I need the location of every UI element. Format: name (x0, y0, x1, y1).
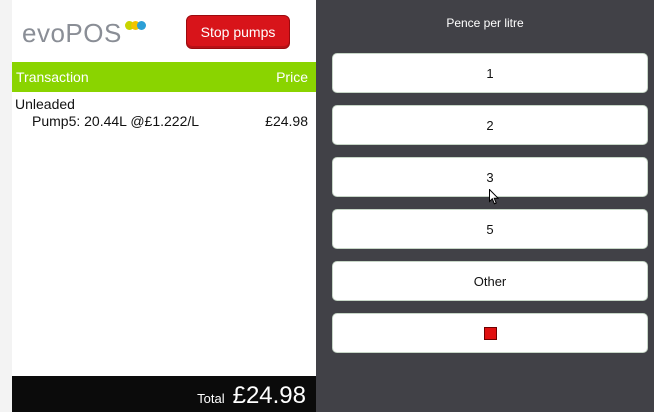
ppl-button-2[interactable]: 2 (332, 105, 648, 145)
stop-pumps-button[interactable]: Stop pumps (186, 15, 290, 49)
pos-app: evoPOS Stop pumps Transaction Price Unle… (0, 0, 654, 412)
logo-text: evoPOS (22, 18, 122, 48)
ppl-button-5[interactable]: 5 (332, 209, 648, 249)
total-value: £24.98 (232, 382, 306, 409)
stop-button[interactable] (332, 313, 648, 353)
column-transaction: Transaction (16, 69, 89, 85)
list-item[interactable]: Unleaded Pump5: 20.44L @£1.222/L £24.98 (12, 96, 316, 130)
stop-square-icon (483, 326, 497, 340)
options-title: Pence per litre (446, 16, 524, 30)
options-panel: Pence per litre 1 2 3 5 Other (316, 0, 654, 412)
logo-mark-icon (124, 21, 146, 30)
total-bar: Total £24.98 (12, 376, 316, 412)
transaction-panel: evoPOS Stop pumps Transaction Price Unle… (0, 0, 316, 412)
item-detail: Pump5: 20.44L @£1.222/L (32, 113, 200, 129)
item-name: Unleaded (15, 96, 75, 112)
ppl-button-1[interactable]: 1 (332, 53, 648, 93)
ppl-button-other[interactable]: Other (332, 261, 648, 301)
total-label: Total (197, 391, 225, 406)
item-price: £24.98 (265, 113, 308, 129)
mouse-cursor-icon (489, 189, 499, 205)
column-price: Price (276, 69, 308, 85)
transaction-list: Unleaded Pump5: 20.44L @£1.222/L £24.98 (12, 96, 316, 130)
header: evoPOS Stop pumps (12, 0, 316, 62)
transaction-header: Transaction Price (12, 62, 316, 92)
evopos-logo: evoPOS (22, 18, 146, 49)
